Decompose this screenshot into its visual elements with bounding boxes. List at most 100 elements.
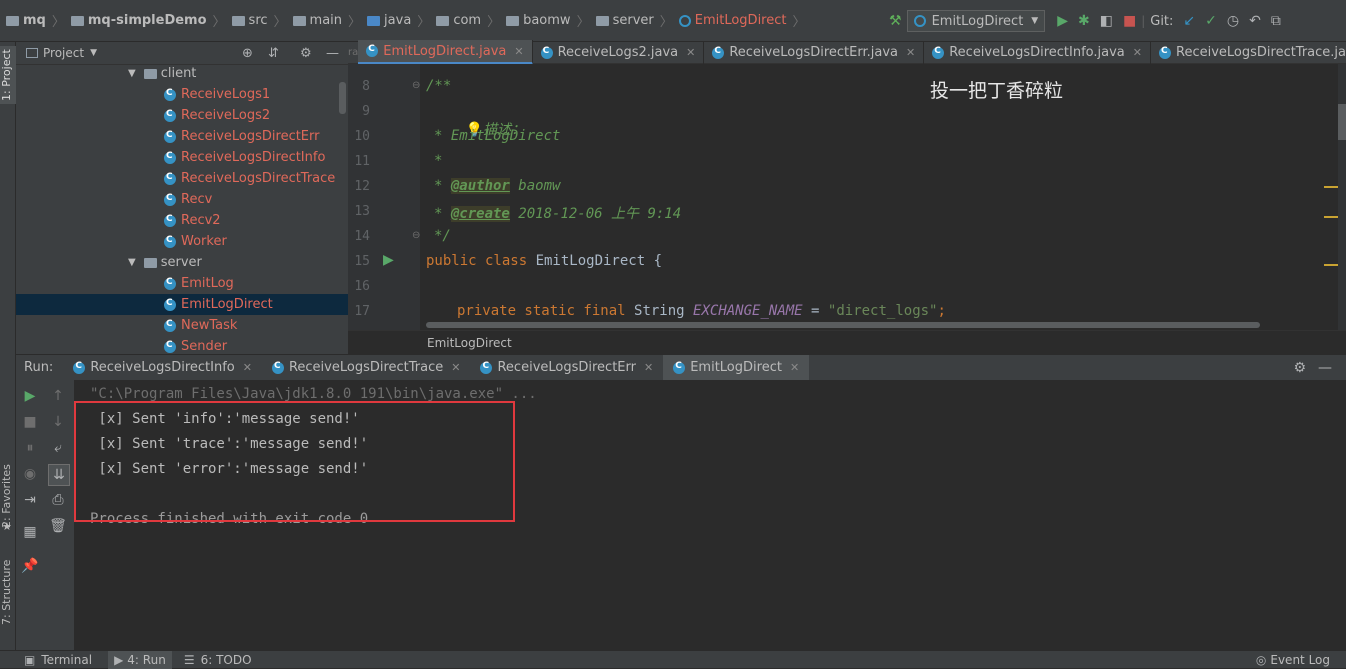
soft-wrap-icon[interactable]: ⤶ [48, 438, 68, 458]
breadcrumb-item-main[interactable]: main 〉 [292, 11, 361, 30]
tree-class-item[interactable]: NewTask [16, 315, 237, 336]
layout-icon[interactable]: ⧉ [1271, 13, 1281, 29]
breadcrumb-item-class[interactable]: EmitLogDirect 〉 [678, 11, 806, 30]
breadcrumb-item-java[interactable]: java 〉 [367, 11, 430, 30]
tab-receivelogsdirecterr[interactable]: ReceiveLogsDirectErr.java✕ [704, 41, 925, 64]
login-icon[interactable]: ⇥ [20, 490, 40, 510]
tab-receivelogsdirecttrace[interactable]: ReceiveLogsDirectTrace.java✕ [1151, 42, 1346, 64]
class-icon [164, 88, 176, 101]
project-scrollbar[interactable] [339, 82, 346, 114]
up-icon[interactable]: ↑ [48, 386, 68, 406]
run-tab-receivelogsdirecterr[interactable]: ReceiveLogsDirectErr✕ [470, 355, 663, 381]
expand-arrow-icon[interactable]: ▼ [128, 68, 136, 79]
class-icon [73, 361, 86, 374]
tree-class-item[interactable]: ReceiveLogs1 [16, 84, 270, 105]
close-icon[interactable]: ✕ [1133, 46, 1142, 59]
warning-marker[interactable] [1324, 186, 1338, 188]
gear-icon[interactable]: ⚙ [300, 46, 312, 61]
terminal-tab[interactable]: ▣ Terminal [0, 651, 92, 669]
run-config-select[interactable]: EmitLogDirect ▼ [906, 10, 1046, 32]
javadoc-tag: @create [450, 206, 510, 222]
run-tab-emitlogdirect[interactable]: EmitLogDirect✕ [663, 354, 810, 381]
tab-project[interactable]: 1: Project [0, 46, 16, 104]
warning-marker[interactable] [1324, 264, 1338, 266]
print-icon[interactable]: ⎙ [48, 490, 68, 510]
close-icon[interactable]: ✕ [243, 361, 252, 374]
tree-class-item[interactable]: ReceiveLogsDirectErr [16, 126, 320, 147]
run-tab-receivelogsdirecttrace[interactable]: ReceiveLogsDirectTrace✕ [262, 355, 471, 381]
todo-tab[interactable]: ☰ 6: TODO [184, 651, 252, 669]
minimize-icon[interactable]: — [1318, 360, 1332, 376]
run-gutter-icon[interactable]: ▶ [383, 252, 394, 268]
editor-breadcrumb[interactable]: EmitLogDirect [348, 330, 1346, 354]
stop-icon[interactable]: ■ [1123, 13, 1136, 29]
breadcrumb-item-baomw[interactable]: baomw 〉 [506, 11, 590, 30]
breadcrumb-item-project[interactable]: mq-simpleDemo 〉 [70, 11, 226, 30]
build-hammer-icon[interactable]: ⚒ [889, 13, 902, 29]
highlight-annotation-box [74, 401, 515, 522]
run-tab-receivelogsdirectinfo[interactable]: ReceiveLogsDirectInfo✕ [63, 355, 262, 381]
close-icon[interactable]: ✕ [906, 46, 915, 59]
close-icon[interactable]: ✕ [514, 45, 523, 58]
tree-class-item[interactable]: Worker [16, 231, 227, 252]
breadcrumb-item-src[interactable]: src 〉 [231, 11, 287, 30]
chevron-down-icon[interactable]: ▼ [90, 48, 97, 58]
run-icon: ▶ [114, 652, 124, 667]
folder-icon [231, 15, 245, 26]
camera-icon[interactable]: ◉ [20, 464, 40, 484]
tab-receivelogs2[interactable]: ReceiveLogs2.java✕ [533, 41, 705, 64]
tree-class-item[interactable]: ReceiveLogsDirectTrace [16, 168, 335, 189]
rerun-icon[interactable]: ▶ [20, 386, 40, 406]
debug-icon[interactable]: ✱ [1078, 13, 1090, 29]
tab-structure[interactable]: 7: Structure [0, 552, 16, 632]
breadcrumb-item-server[interactable]: server 〉 [595, 11, 673, 30]
run-icon[interactable]: ▶ [1057, 13, 1068, 29]
stop-icon[interactable]: ■ [20, 412, 40, 432]
hide-icon[interactable]: — [326, 46, 339, 61]
vcs-commit-icon[interactable]: ✓ [1205, 13, 1217, 29]
code-editor[interactable]: /** 💡描述： * EmitLogDirect * * @author bao… [420, 64, 1338, 330]
project-panel-title[interactable]: Project [43, 46, 84, 60]
event-log-tab[interactable]: ◎ Event Log [1256, 651, 1330, 669]
tree-package[interactable]: ▼ client [16, 63, 196, 84]
close-icon[interactable]: ✕ [790, 361, 799, 374]
close-icon[interactable]: ✕ [644, 361, 653, 374]
tabs-scroll-left-icon[interactable]: ra [348, 47, 358, 58]
close-icon[interactable]: ✕ [686, 46, 695, 59]
layout-icon[interactable]: ▦ [20, 522, 40, 542]
vertical-scrollbar[interactable] [1338, 104, 1346, 140]
star-icon: ★ [2, 520, 12, 533]
pause-icon[interactable]: ⏸ [20, 438, 40, 458]
folder-icon [6, 15, 19, 26]
scroll-to-end-icon[interactable]: ⇊ [48, 464, 70, 486]
coverage-icon[interactable]: ◧ [1100, 13, 1113, 29]
close-icon[interactable]: ✕ [451, 361, 460, 374]
tree-package[interactable]: ▼ server [16, 252, 202, 273]
tree-item-label: Recv2 [181, 213, 221, 228]
tab-receivelogsdirectinfo[interactable]: ReceiveLogsDirectInfo.java✕ [924, 41, 1151, 64]
history-icon[interactable]: ◷ [1227, 13, 1239, 29]
pin-icon[interactable]: 📌 [20, 556, 40, 576]
breadcrumb-item-mq[interactable]: mq 〉 [6, 11, 65, 30]
breadcrumb-item-com[interactable]: com 〉 [436, 11, 500, 30]
tree-class-item[interactable]: Recv2 [16, 210, 221, 231]
tree-class-item[interactable]: Recv [16, 189, 212, 210]
trash-icon[interactable]: 🗑 [48, 516, 68, 536]
line-number: 10 [354, 129, 370, 144]
collapse-icon[interactable]: ⇵ [268, 46, 279, 61]
expand-arrow-icon[interactable]: ▼ [128, 257, 136, 268]
tree-class-item[interactable]: ReceiveLogsDirectInfo [16, 147, 325, 168]
line-number: 8 [362, 79, 370, 94]
gear-icon[interactable]: ⚙ [1293, 360, 1306, 376]
tree-class-item[interactable]: ReceiveLogs2 [16, 105, 270, 126]
horizontal-scrollbar[interactable] [426, 322, 1260, 328]
down-icon[interactable]: ↓ [48, 412, 68, 432]
vcs-update-icon[interactable]: ↙ [1183, 13, 1195, 29]
tree-class-item[interactable]: EmitLogDirect [16, 294, 348, 315]
run-tab[interactable]: ▶ 4: Run [108, 650, 172, 669]
locate-icon[interactable]: ⊕ [242, 46, 253, 61]
tree-class-item[interactable]: EmitLog [16, 273, 234, 294]
tab-emitlogdirect[interactable]: EmitLogDirect.java✕ [358, 40, 533, 65]
warning-marker[interactable] [1324, 216, 1338, 218]
revert-icon[interactable]: ↶ [1249, 13, 1261, 29]
